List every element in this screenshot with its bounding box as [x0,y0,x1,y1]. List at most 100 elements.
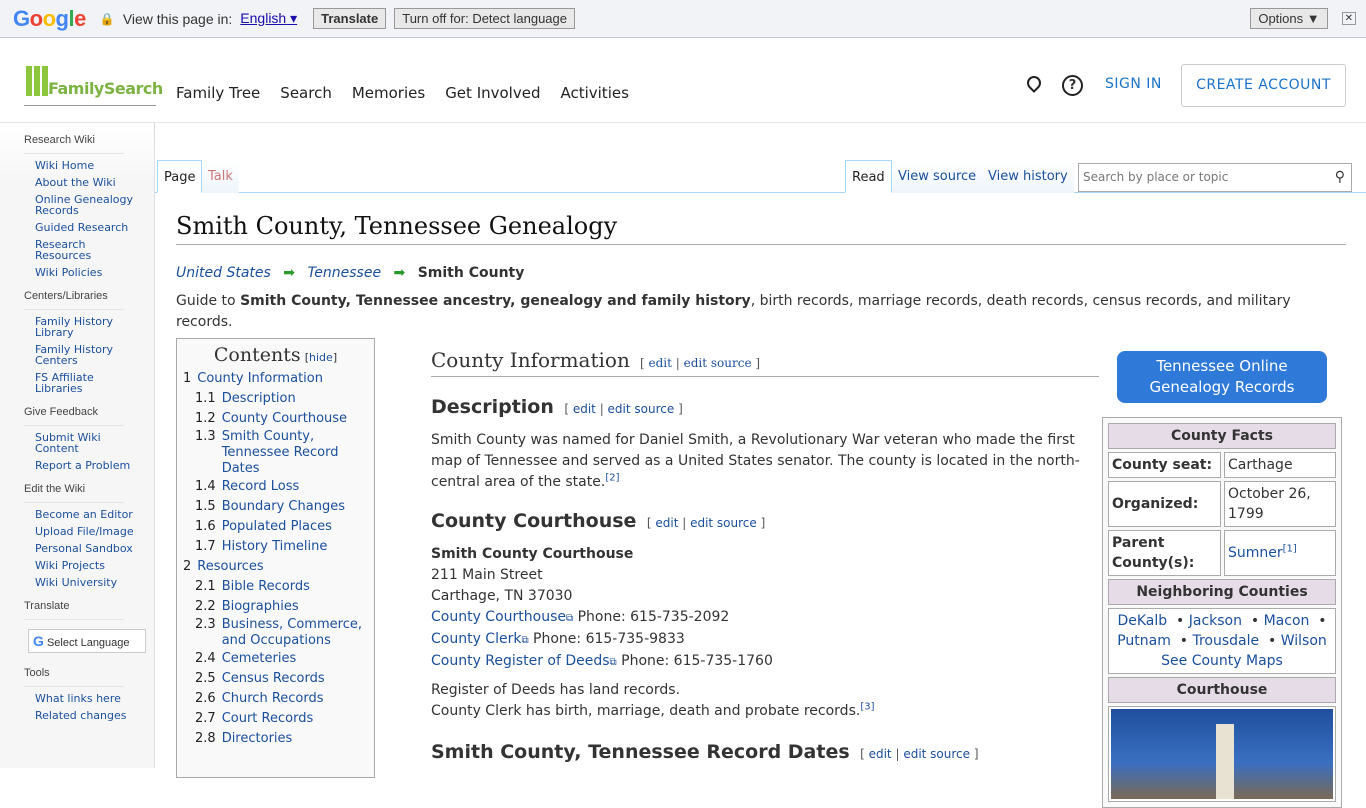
tab-view-history[interactable]: View history [982,160,1074,193]
parent-county-link[interactable]: Sumner [1228,545,1283,561]
sidebar-link[interactable]: Online Genealogy Records [35,194,135,216]
contact-line: County Clerk⧉ Phone: 615-735-9833 [431,631,685,647]
edit-source-link[interactable]: edit source [608,402,675,416]
contact-line: County Courthouse⧉ Phone: 615-735-2092 [431,609,730,625]
sidebar-link[interactable]: About the Wiki [35,177,135,188]
external-link-icon: ⧉ [609,657,617,668]
note-text: County Clerk has birth, marriage, death … [431,703,861,719]
sidebar-link[interactable]: Upload File/Image [35,526,135,537]
sidebar-link[interactable]: Family History Centers [35,344,135,366]
sidebar-link[interactable]: Wiki Projects [35,560,135,571]
sidebar-link[interactable]: Research Resources [35,239,135,261]
location-pin-icon[interactable] [1024,73,1044,93]
sign-in-link[interactable]: SIGN IN [1105,76,1162,92]
toc-item[interactable]: 2.2 Biographies [183,597,368,617]
toc-item[interactable]: 2.6 Church Records [183,689,368,709]
sidebar-link[interactable]: Guided Research [35,222,135,233]
sidebar-section-title: Research Wiki [24,134,124,154]
sidebar-link[interactable]: Wiki Policies [35,267,135,278]
translate-button[interactable]: Translate [313,8,387,29]
sidebar-link[interactable]: Family History Library [35,316,135,338]
heading-county-information: County Information [ edit | edit source … [431,350,1099,377]
toc-item[interactable]: 1.4 Record Loss [183,477,368,497]
nav-family-tree[interactable]: Family Tree [176,84,260,102]
toc-item[interactable]: 1.2 County Courthouse [183,409,368,429]
toc-item[interactable]: 1.1 Description [183,389,368,409]
toc-item[interactable]: 1.7 History Timeline [183,537,368,557]
courthouse-link[interactable]: County Courthouse [431,609,566,625]
toc-item[interactable]: 2 Resources [183,557,368,577]
sidebar-link[interactable]: What links here [35,693,135,704]
translate-bar: Google 🔒 View this page in: English ▾ Tr… [0,0,1366,38]
edit-link[interactable]: edit [655,516,678,530]
search-icon[interactable]: ⚲ [1335,169,1345,185]
sidebar-link[interactable]: Wiki Home [35,160,135,171]
edit-source-link[interactable]: edit source [684,356,752,370]
sidebar-link[interactable]: Report a Problem [35,460,135,471]
toc-item[interactable]: 2.3 Business, Commerce, and Occupations [183,617,368,649]
reference[interactable]: [3] [860,701,874,712]
nav-memories[interactable]: Memories [352,84,425,102]
neighbor-link[interactable]: Wilson [1281,633,1327,649]
courthouse-image[interactable] [1111,709,1333,799]
neighbor-link[interactable]: Putnam [1117,633,1171,649]
county-maps-link[interactable]: See County Maps [1161,653,1283,669]
edit-link[interactable]: edit [573,402,596,416]
turn-off-button[interactable]: Turn off for: Detect language [394,8,576,29]
toc-item[interactable]: 1.3 Smith County, Tennessee Record Dates [183,429,368,477]
breadcrumb-united-states[interactable]: United States [176,265,271,281]
create-account-button[interactable]: CREATE ACCOUNT [1181,64,1346,107]
neighbor-link[interactable]: Trousdale [1192,633,1259,649]
edit-source-link[interactable]: edit source [903,747,970,761]
toc-item[interactable]: 2.1 Bible Records [183,577,368,597]
arrow-icon: ➡ [393,265,406,281]
site-header: FamilySearch Family Tree Search Memories… [0,40,1366,123]
neighbor-link[interactable]: DeKalb [1117,613,1167,629]
neighbor-link[interactable]: Jackson [1189,613,1242,629]
toc-item[interactable]: 2.8 Directories [183,729,368,749]
toc-item[interactable]: 1.5 Boundary Changes [183,497,368,517]
sidebar-link[interactable]: Personal Sandbox [35,543,135,554]
sidebar-link[interactable]: Wiki University [35,577,135,588]
sidebar-link[interactable]: Become an Editor [35,509,135,520]
select-language-widget[interactable]: G Select Language [28,629,146,653]
organized-label: Organized: [1108,481,1221,527]
toc-item[interactable]: 1.6 Populated Places [183,517,368,537]
toc-item[interactable]: 2.4 Cemeteries [183,649,368,669]
sidebar-link[interactable]: Submit Wiki Content [35,432,135,454]
tree-icon [26,66,48,96]
breadcrumb-tennessee[interactable]: Tennessee [307,265,381,281]
tab-talk[interactable]: Talk [202,160,239,193]
close-icon[interactable]: ✕ [1341,12,1356,25]
toc-item[interactable]: 2.7 Court Records [183,709,368,729]
note-text: Register of Deeds has land records. [431,682,681,698]
register-of-deeds-link[interactable]: County Register of Deeds [431,653,610,669]
neighbor-link[interactable]: Macon [1264,613,1310,629]
county-facts-title: County Facts [1108,423,1336,449]
tab-view-source[interactable]: View source [892,160,983,193]
toc-hide-link[interactable]: hide [309,351,333,364]
familysearch-logo[interactable]: FamilySearch [24,64,163,106]
tab-read[interactable]: Read [845,160,892,193]
courthouse-name: Smith County Courthouse [431,546,634,562]
toc-item[interactable]: 1 County Information [183,369,368,389]
language-select[interactable]: English ▾ [240,10,297,27]
reference[interactable]: [1] [1283,543,1297,554]
edit-source-link[interactable]: edit source [690,516,757,530]
online-records-button[interactable]: Tennessee Online Genealogy Records [1117,351,1327,403]
edit-link[interactable]: edit [649,356,672,370]
sidebar-link[interactable]: FS Affiliate Libraries [35,372,135,394]
help-icon[interactable]: ? [1062,75,1083,96]
options-button[interactable]: Options ▼ [1250,8,1328,29]
tab-page[interactable]: Page [157,160,203,193]
nav-get-involved[interactable]: Get Involved [445,84,540,102]
county-clerk-link[interactable]: County Clerk [431,631,521,647]
search-input[interactable]: Search by place or topic ⚲ [1078,163,1352,192]
intro-text: Guide to Smith County, Tennessee ancestr… [176,293,1291,330]
sidebar-link[interactable]: Related changes [35,710,135,721]
nav-search[interactable]: Search [280,84,332,102]
reference[interactable]: [2] [605,472,619,483]
nav-activities[interactable]: Activities [560,84,628,102]
toc-item[interactable]: 2.5 Census Records [183,669,368,689]
edit-link[interactable]: edit [869,747,892,761]
